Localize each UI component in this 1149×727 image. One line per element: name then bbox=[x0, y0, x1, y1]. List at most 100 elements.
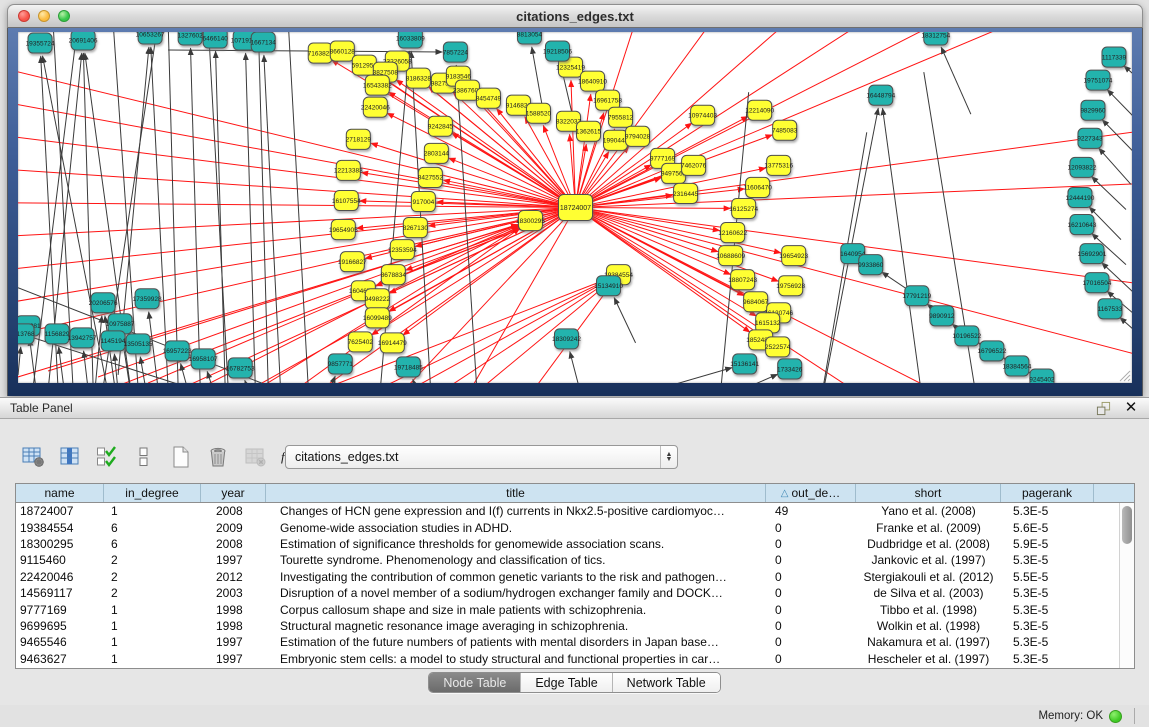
graph-node[interactable]: 9794028 bbox=[625, 126, 651, 146]
tab-edge-table[interactable]: Edge Table bbox=[521, 673, 612, 692]
graph-node[interactable]: 18300295 bbox=[516, 211, 545, 231]
graph-node[interactable]: 19751074 bbox=[1084, 70, 1113, 90]
graph-node[interactable]: 7485083 bbox=[772, 120, 798, 140]
graph-node[interactable]: 16796522 bbox=[977, 341, 1006, 361]
graph-node[interactable]: 12444190 bbox=[1066, 187, 1095, 207]
graph-node[interactable]: 9227343 bbox=[1077, 128, 1103, 148]
graph-node[interactable]: 3913768 bbox=[18, 324, 35, 344]
column-header-name[interactable]: name bbox=[16, 484, 104, 502]
graph-node[interactable]: 10196522 bbox=[952, 326, 981, 346]
graph-node[interactable]: 18640910 bbox=[578, 71, 607, 91]
tab-node-table[interactable]: Node Table bbox=[429, 673, 521, 692]
graph-node[interactable]: 2316445 bbox=[673, 183, 699, 203]
graph-node[interactable]: 1145194 bbox=[101, 331, 126, 351]
graph-node[interactable]: 10688609 bbox=[716, 246, 745, 266]
table-row[interactable]: 2242004622012Investigating the contribut… bbox=[16, 569, 1134, 585]
table-row[interactable]: 946554611997Estimation of the future num… bbox=[16, 634, 1134, 650]
column-header-short[interactable]: short bbox=[856, 484, 1001, 502]
delete-column-icon[interactable] bbox=[203, 443, 233, 471]
graph-node[interactable]: 8660128 bbox=[330, 41, 356, 61]
graph-node[interactable]: 18309242 bbox=[552, 329, 581, 349]
network-window-titlebar[interactable]: citations_edges.txt bbox=[7, 4, 1143, 28]
graph-node[interactable]: 1733426 bbox=[777, 359, 803, 379]
graph-node[interactable]: 16107554 bbox=[332, 190, 361, 210]
column-header-title[interactable]: title bbox=[266, 484, 766, 502]
graph-node[interactable]: 9684067 bbox=[743, 292, 769, 312]
graph-node[interactable]: 18807243 bbox=[728, 270, 757, 290]
graph-node[interactable]: 7462076 bbox=[681, 155, 707, 175]
graph-node[interactable]: 17016504 bbox=[1083, 273, 1112, 293]
vertical-scrollbar[interactable] bbox=[1119, 503, 1134, 668]
float-window-icon[interactable] bbox=[1095, 400, 1111, 416]
graph-node[interactable]: 17791219 bbox=[902, 286, 931, 306]
table-row[interactable]: 977716911998Corpus callosum shape and si… bbox=[16, 601, 1134, 617]
show-columns-icon[interactable] bbox=[55, 443, 85, 471]
graph-node[interactable]: 8427552 bbox=[418, 167, 444, 187]
network-canvas[interactable]: 18724007 2718129 12213383 16107554 19654905 1… bbox=[18, 32, 1132, 383]
graph-node[interactable]: 8813054 bbox=[517, 32, 543, 44]
select-all-icon[interactable] bbox=[92, 443, 122, 471]
graph-node[interactable]: 16914479 bbox=[378, 333, 407, 353]
graph-node[interactable]: 6466140 bbox=[203, 32, 229, 48]
graph-node[interactable]: 12353594 bbox=[388, 240, 417, 260]
scrollbar-thumb[interactable] bbox=[1122, 506, 1132, 544]
graph-node[interactable]: 10974403 bbox=[688, 105, 717, 125]
graph-node[interactable]: 1667134 bbox=[251, 32, 277, 52]
table-mode-icon[interactable] bbox=[18, 443, 48, 471]
graph-node[interactable]: 18724007 bbox=[558, 194, 592, 220]
graph-node[interactable]: 9933860 bbox=[858, 255, 884, 275]
table-row[interactable]: 946362711997Embryonic stem cells: a mode… bbox=[16, 651, 1134, 667]
graph-node[interactable]: 15692901 bbox=[1078, 244, 1107, 264]
table-source-select[interactable]: citations_edges.txt ▲▼ bbox=[285, 445, 678, 469]
create-column-icon[interactable] bbox=[166, 443, 196, 471]
graph-node[interactable]: 12160622 bbox=[718, 223, 747, 243]
graph-node[interactable]: 10653267 bbox=[136, 32, 165, 44]
resize-grip-icon[interactable] bbox=[1117, 368, 1131, 382]
graph-node[interactable]: 917004 bbox=[411, 191, 435, 211]
network-canvas-svg[interactable]: 18724007 2718129 12213383 16107554 19654905 1… bbox=[18, 32, 1132, 383]
graph-node[interactable]: 16543382 bbox=[363, 75, 392, 95]
graph-node[interactable]: 15134910 bbox=[594, 276, 623, 296]
graph-node[interactable]: 1167533 bbox=[1098, 299, 1123, 319]
graph-node[interactable]: 16125274 bbox=[729, 198, 758, 218]
graph-node[interactable]: 9242845 bbox=[428, 116, 454, 136]
graph-node[interactable]: 9245402 bbox=[1029, 369, 1055, 383]
column-header-year[interactable]: year bbox=[201, 484, 266, 502]
graph-node[interactable]: 11606470 bbox=[743, 177, 772, 197]
graph-node[interactable]: 2522574 bbox=[765, 337, 791, 357]
graph-node[interactable]: 19756928 bbox=[776, 276, 805, 296]
graph-node[interactable]: 12213383 bbox=[334, 160, 363, 180]
graph-node[interactable]: 19654923 bbox=[779, 246, 808, 266]
graph-node[interactable]: 9829960 bbox=[1080, 100, 1106, 120]
graph-node[interactable]: 17359928 bbox=[133, 289, 162, 309]
graph-node[interactable]: 2718129 bbox=[346, 129, 372, 149]
tab-network-table[interactable]: Network Table bbox=[613, 673, 720, 692]
graph-node[interactable]: 8267130 bbox=[403, 218, 429, 238]
column-header-pagerank[interactable]: pagerank bbox=[1001, 484, 1094, 502]
graph-node[interactable]: 7955812 bbox=[608, 107, 634, 127]
graph-node[interactable]: 19654905 bbox=[329, 220, 358, 240]
graph-node[interactable]: 19166827 bbox=[338, 252, 367, 272]
graph-node[interactable]: 8678834 bbox=[381, 265, 407, 285]
graph-node[interactable]: 16099489 bbox=[363, 308, 392, 328]
graph-node[interactable]: 9498222 bbox=[365, 289, 391, 309]
graph-node[interactable]: 15136141 bbox=[730, 354, 759, 374]
graph-node[interactable]: 1156829 bbox=[45, 324, 70, 344]
graph-node[interactable]: 7857224 bbox=[443, 42, 469, 62]
graph-node[interactable]: 2803144 bbox=[424, 143, 450, 163]
graph-node[interactable]: 1588520 bbox=[526, 103, 552, 123]
graph-node[interactable]: 12214090 bbox=[745, 100, 774, 120]
column-header-out_degree[interactable]: △out_de… bbox=[766, 484, 856, 502]
graph-node[interactable]: 22420046 bbox=[361, 97, 390, 117]
graph-node[interactable]: 20691406 bbox=[69, 32, 98, 50]
graph-node[interactable]: 13775316 bbox=[764, 155, 793, 175]
graph-node[interactable]: 16957223 bbox=[163, 341, 192, 361]
graph-node[interactable]: 16448794 bbox=[866, 85, 895, 105]
graph-node[interactable]: 16210643 bbox=[1068, 215, 1097, 235]
graph-node[interactable]: 19355724 bbox=[26, 33, 55, 53]
graph-node[interactable]: 16033809 bbox=[396, 32, 425, 48]
graph-node[interactable]: 9857771 bbox=[328, 354, 354, 374]
graph-node[interactable]: 16782753 bbox=[226, 358, 255, 378]
graph-node[interactable]: 1362615 bbox=[576, 121, 602, 141]
graph-node[interactable]: 1327602 bbox=[178, 32, 204, 45]
